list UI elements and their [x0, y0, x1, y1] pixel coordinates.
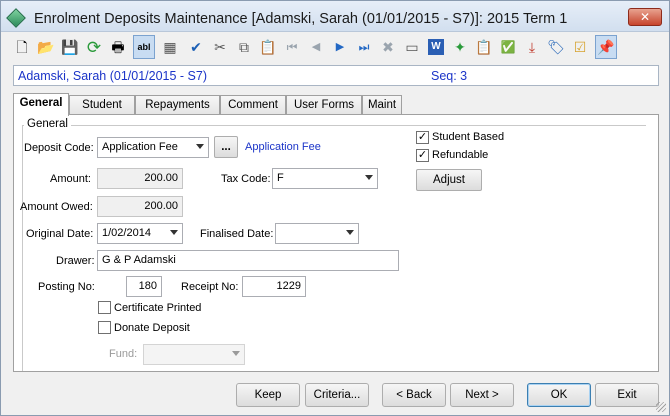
amount-field: 200.00 [97, 168, 183, 189]
tag-icon[interactable]: 🏷 [545, 35, 567, 59]
posting-no-label: Posting No: [38, 281, 95, 293]
deposit-code-select[interactable]: Application Fee [97, 137, 209, 158]
app-icon [6, 8, 26, 28]
tax-code-value: F [277, 172, 284, 184]
calculator-icon[interactable]: ▦ [159, 35, 181, 59]
open-icon[interactable]: 📂 [35, 35, 57, 59]
card-icon[interactable]: ▭ [401, 35, 423, 59]
chevron-down-icon [196, 144, 204, 149]
keep-button[interactable]: Keep [236, 383, 300, 407]
receipt-no-input[interactable]: 1229 [242, 276, 306, 297]
sequence-number: Seq: 3 [431, 69, 468, 83]
first-record-icon[interactable]: ⏮ [281, 35, 303, 59]
cut-icon[interactable]: ✂ [209, 35, 231, 59]
original-date-picker[interactable]: 1/02/2014 [97, 223, 183, 244]
adjust-button[interactable]: Adjust [416, 169, 482, 191]
posting-no-input[interactable]: 180 [126, 276, 162, 297]
general-group [22, 125, 646, 371]
amount-owed-label: Amount Owed: [20, 201, 93, 213]
original-date-value: 1/02/2014 [102, 227, 151, 239]
general-tab-panel: General Deposit Code: Application Fee ..… [13, 114, 659, 372]
approve-icon[interactable]: ✅ [497, 35, 519, 59]
group-label: General [24, 118, 71, 130]
student-based-checkbox[interactable]: ✓ [416, 131, 429, 144]
deposit-code-value: Application Fee [102, 141, 178, 153]
certificate-printed-checkbox[interactable] [98, 301, 111, 314]
finalised-date-label: Finalised Date: [200, 228, 274, 240]
fund-label: Fund: [109, 348, 138, 360]
download-icon[interactable]: ⤓ [521, 35, 543, 59]
print-icon[interactable]: 🖶 [107, 35, 129, 59]
deposit-code-label: Deposit Code: [24, 142, 94, 154]
chevron-down-icon [170, 230, 178, 235]
title-bar: Enrolment Deposits Maintenance [Adamski,… [1, 1, 669, 32]
enrolment-deposits-window: Enrolment Deposits Maintenance [Adamski,… [0, 0, 670, 416]
tax-code-label: Tax Code: [221, 173, 271, 185]
fund-select[interactable] [143, 344, 245, 365]
refresh-icon[interactable]: ⟳ [83, 35, 105, 59]
drawer-label: Drawer: [56, 255, 95, 267]
pin-icon[interactable]: 📌 [595, 35, 617, 59]
delete-icon[interactable]: ✖ [377, 35, 399, 59]
previous-record-icon[interactable]: ◀ [305, 35, 327, 59]
student-based-label: Student Based [432, 131, 505, 143]
criteria-button[interactable]: Criteria... [305, 383, 369, 407]
tab-repayments[interactable]: Repayments [135, 95, 220, 115]
exit-button[interactable]: Exit [595, 383, 659, 407]
drawer-input[interactable]: G & P Adamski [97, 250, 399, 271]
tab-user-forms[interactable]: User Forms [286, 95, 362, 115]
refundable-checkbox[interactable]: ✓ [416, 149, 429, 162]
ok-button[interactable]: OK [527, 383, 591, 407]
close-button[interactable]: ✕ [628, 8, 662, 26]
new-icon[interactable]: 🗋 [11, 35, 33, 59]
last-record-icon[interactable]: ⏭ [353, 35, 375, 59]
chevron-down-icon [346, 230, 354, 235]
student-name: Adamski, Sarah (01/01/2015 - S7) [18, 69, 207, 83]
tab-comment[interactable]: Comment [220, 95, 286, 115]
receipt-no-label: Receipt No: [181, 281, 239, 293]
chevron-down-icon [232, 351, 240, 356]
clipboard-list-icon[interactable]: 📋 [473, 35, 495, 59]
refundable-label: Refundable [432, 149, 489, 161]
amount-owed-field: 200.00 [97, 196, 183, 217]
tab-maint[interactable]: Maint [362, 95, 402, 115]
save-icon[interactable]: 💾 [59, 35, 81, 59]
amount-label: Amount: [50, 173, 91, 185]
tab-general[interactable]: General [13, 93, 69, 116]
next-button[interactable]: Next > [450, 383, 514, 407]
finalised-date-picker[interactable] [275, 223, 359, 244]
paste-icon[interactable]: 📋 [257, 35, 279, 59]
wizard-icon[interactable]: ✦ [449, 35, 471, 59]
copy-icon[interactable]: ⧉ [233, 35, 255, 59]
checklist-icon[interactable]: ☑ [569, 35, 591, 59]
tab-student[interactable]: Student [69, 95, 135, 115]
donate-deposit-label: Donate Deposit [114, 322, 190, 334]
toolbar: 🗋 📂 💾 ⟳ 🖶 abl ▦ ✔ ✂ ⧉ 📋 ⏮ ◀ ▶ ⏭ ✖ ▭ W ✦ … [7, 33, 667, 61]
word-icon[interactable]: W [428, 39, 444, 55]
window-title: Enrolment Deposits Maintenance [Adamski,… [34, 11, 568, 27]
spellcheck-icon[interactable]: ✔ [185, 35, 207, 59]
chevron-down-icon [365, 175, 373, 180]
certificate-printed-label: Certificate Printed [114, 302, 202, 314]
tax-code-select[interactable]: F [272, 168, 378, 189]
resize-grip[interactable] [656, 402, 666, 412]
deposit-code-lookup-button[interactable]: ... [214, 136, 238, 158]
text-field-icon[interactable]: abl [133, 35, 155, 59]
original-date-label: Original Date: [26, 228, 94, 240]
record-info-bar: Adamski, Sarah (01/01/2015 - S7) Seq: 3 [13, 65, 659, 86]
back-button[interactable]: < Back [382, 383, 446, 407]
deposit-code-description: Application Fee [245, 141, 321, 153]
next-record-icon[interactable]: ▶ [329, 35, 351, 59]
donate-deposit-checkbox[interactable] [98, 321, 111, 334]
